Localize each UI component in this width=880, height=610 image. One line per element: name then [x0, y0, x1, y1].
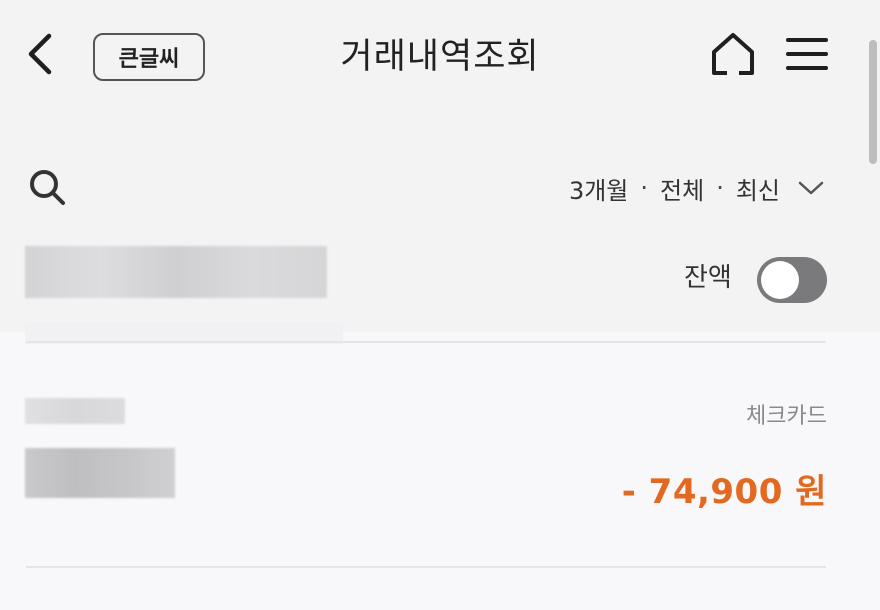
balance-label: 잔액: [684, 263, 732, 293]
divider: [26, 341, 826, 343]
hamburger-menu-icon: [785, 34, 829, 78]
menu-button[interactable]: [782, 30, 832, 82]
transaction-date-redacted: [25, 398, 125, 424]
filter-type: 전체: [660, 176, 705, 205]
account-name-redacted: [25, 246, 327, 298]
toggle-knob: [761, 261, 799, 299]
transaction-row[interactable]: 체크카드 - 74,900 원: [0, 380, 880, 540]
scrollbar-thumb[interactable]: [869, 40, 877, 164]
home-button[interactable]: [708, 30, 758, 82]
balance-toggle[interactable]: [757, 257, 827, 303]
search-icon: [27, 167, 67, 211]
filter-period: 3개월: [568, 176, 629, 205]
chevron-left-icon: [25, 32, 55, 80]
transaction-amount: - 74,900 원: [621, 472, 827, 512]
large-text-button[interactable]: 큰글씨: [93, 33, 205, 81]
transaction-merchant-redacted: [25, 448, 175, 498]
search-button[interactable]: [24, 166, 70, 212]
back-button[interactable]: [18, 30, 62, 82]
filter-separator: ·: [716, 174, 724, 202]
filter-dropdown[interactable]: 3개월 · 전체 · 최신: [569, 168, 824, 208]
home-icon: [710, 31, 756, 81]
chevron-down-icon: [798, 180, 824, 196]
filter-separator: ·: [640, 174, 649, 202]
transaction-type: 체크카드: [746, 404, 827, 429]
divider: [26, 566, 826, 568]
filter-sort: 최신: [735, 176, 780, 205]
